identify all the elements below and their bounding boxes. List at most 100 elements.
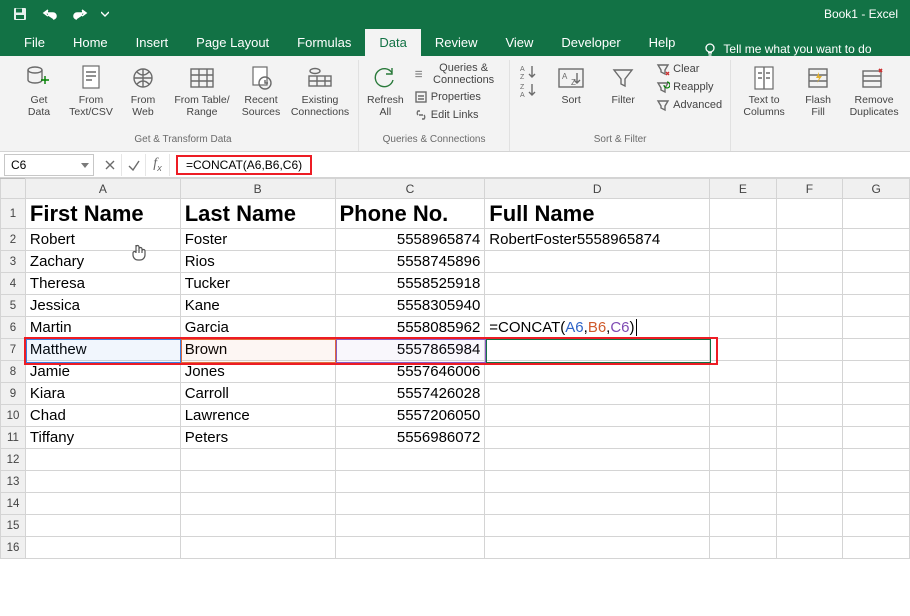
col-header-G[interactable]: G [843,179,910,199]
cell-A7[interactable]: Matthew [25,339,180,361]
cell-C6[interactable]: 5558085962 [335,317,485,339]
cell-A11[interactable]: Tiffany [25,427,180,449]
cell-G2[interactable] [843,229,910,251]
insert-function-icon[interactable]: fx [146,154,170,176]
cell-F11[interactable] [776,427,843,449]
row-header-10[interactable]: 10 [1,405,26,427]
cell-G14[interactable] [843,493,910,515]
cell-G12[interactable] [843,449,910,471]
cell-F6[interactable] [776,317,843,339]
row-header-8[interactable]: 8 [1,361,26,383]
cell-B3[interactable]: Rios [180,251,335,273]
cell-G10[interactable] [843,405,910,427]
cell-F15[interactable] [776,515,843,537]
cell-E14[interactable] [710,493,777,515]
cell-A10[interactable]: Chad [25,405,180,427]
row-header-11[interactable]: 11 [1,427,26,449]
cell-D8[interactable] [485,361,710,383]
cell-B12[interactable] [180,449,335,471]
row-header-3[interactable]: 3 [1,251,26,273]
cell-C3[interactable]: 5558745896 [335,251,485,273]
cell-C16[interactable] [335,537,485,559]
cell-A15[interactable] [25,515,180,537]
cell-B14[interactable] [180,493,335,515]
cell-G11[interactable] [843,427,910,449]
properties-button[interactable]: Properties [414,90,501,104]
reapply-button[interactable]: Reapply [656,80,722,94]
cell-C7[interactable]: 5557865984 [335,339,485,361]
cell-E9[interactable] [710,383,777,405]
col-header-F[interactable]: F [776,179,843,199]
cell-C15[interactable] [335,515,485,537]
row-header-1[interactable]: 1 [1,199,26,229]
cell-D14[interactable] [485,493,710,515]
cell-C1[interactable]: Phone No. [335,199,485,229]
cell-E2[interactable] [710,229,777,251]
cell-D7[interactable] [485,339,710,361]
row-header-13[interactable]: 13 [1,471,26,493]
cell-B7[interactable]: Brown [180,339,335,361]
tab-insert[interactable]: Insert [122,29,183,56]
cell-E11[interactable] [710,427,777,449]
cell-D15[interactable] [485,515,710,537]
cell-E6[interactable] [710,317,777,339]
refresh-all-button[interactable]: Refresh All [367,60,404,118]
col-header-B[interactable]: B [180,179,335,199]
col-header-E[interactable]: E [710,179,777,199]
cell-D1[interactable]: Full Name [485,199,710,229]
cell-G4[interactable] [843,273,910,295]
cell-E8[interactable] [710,361,777,383]
cell-A3[interactable]: Zachary [25,251,180,273]
col-header-A[interactable]: A [25,179,180,199]
save-icon[interactable] [8,4,32,24]
cell-B6[interactable]: Garcia [180,317,335,339]
cell-B13[interactable] [180,471,335,493]
tab-page-layout[interactable]: Page Layout [182,29,283,56]
queries-connections-button[interactable]: Queries & Connections [414,62,501,86]
cell-A16[interactable] [25,537,180,559]
cell-E3[interactable] [710,251,777,273]
cell-D6[interactable]: =CONCAT(A6,B6,C6) [485,317,710,339]
row-header-9[interactable]: 9 [1,383,26,405]
cell-G16[interactable] [843,537,910,559]
cell-B2[interactable]: Foster [180,229,335,251]
cell-A13[interactable] [25,471,180,493]
cell-D9[interactable] [485,383,710,405]
tab-formulas[interactable]: Formulas [283,29,365,56]
cell-B11[interactable]: Peters [180,427,335,449]
cell-F10[interactable] [776,405,843,427]
cell-F1[interactable] [776,199,843,229]
cell-C14[interactable] [335,493,485,515]
sort-az-button[interactable]: AZ [518,64,542,80]
cell-C10[interactable]: 5557206050 [335,405,485,427]
cell-F7[interactable] [776,339,843,361]
tab-developer[interactable]: Developer [547,29,634,56]
cell-B15[interactable] [180,515,335,537]
cell-G15[interactable] [843,515,910,537]
row-header-12[interactable]: 12 [1,449,26,471]
tab-review[interactable]: Review [421,29,492,56]
cell-D16[interactable] [485,537,710,559]
spreadsheet-grid[interactable]: A B C D E F G 1First NameLast NamePhone … [0,178,910,559]
cell-A2[interactable]: Robert [25,229,180,251]
cell-C13[interactable] [335,471,485,493]
tab-home[interactable]: Home [59,29,122,56]
from-text-csv-button[interactable]: From Text/CSV [68,60,114,118]
formula-input[interactable]: =CONCAT(A6,B6,C6) [170,154,910,176]
col-header-C[interactable]: C [335,179,485,199]
undo-icon[interactable] [38,4,62,24]
name-box[interactable]: C6 [4,154,94,176]
cell-A6[interactable]: Martin [25,317,180,339]
cell-B9[interactable]: Carroll [180,383,335,405]
cell-G6[interactable] [843,317,910,339]
cell-D4[interactable] [485,273,710,295]
tab-file[interactable]: File [10,29,59,56]
cell-E13[interactable] [710,471,777,493]
tab-data[interactable]: Data [365,29,420,56]
cell-B5[interactable]: Kane [180,295,335,317]
row-header-4[interactable]: 4 [1,273,26,295]
advanced-filter-button[interactable]: Advanced [656,98,722,112]
cell-G9[interactable] [843,383,910,405]
flash-fill-button[interactable]: Flash Fill [795,60,841,118]
tell-me-search[interactable]: Tell me what you want to do [689,42,885,56]
